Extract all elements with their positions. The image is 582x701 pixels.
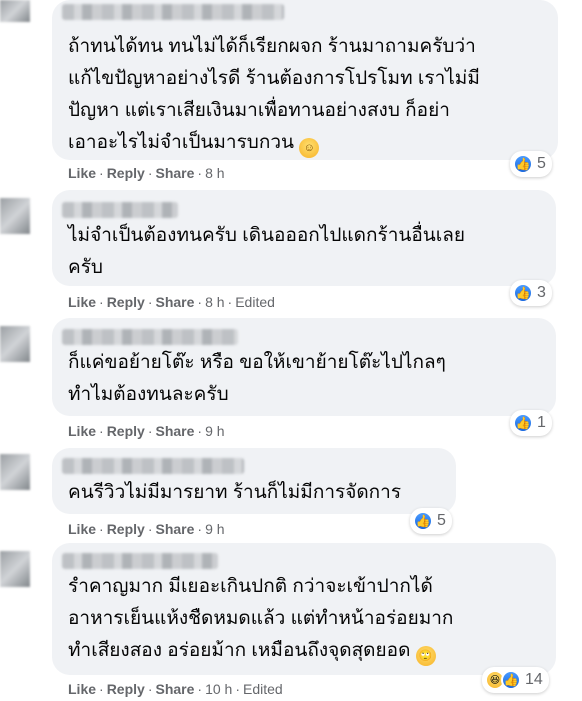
timestamp[interactable]: 9 h xyxy=(205,521,224,537)
like-link[interactable]: Like xyxy=(68,294,96,310)
reply-link[interactable]: Reply xyxy=(107,521,145,537)
comment-text: ไม่จำเป็นต้องทนครับ เดินอออกไปแดกร้านอื่… xyxy=(68,225,466,278)
reaction-count: 5 xyxy=(537,155,546,172)
edited-label[interactable]: Edited xyxy=(235,294,275,310)
reaction-summary[interactable]: 👍 5 xyxy=(410,508,452,534)
reaction-count: 3 xyxy=(537,284,546,301)
share-link[interactable]: Share xyxy=(155,294,194,310)
timestamp[interactable]: 8 h xyxy=(205,294,224,310)
comment-actions: Like · Reply · Share · 8 h · Edited xyxy=(68,294,275,310)
reply-link[interactable]: Reply xyxy=(107,423,145,439)
comment-actions: Like · Reply · Share · 9 h xyxy=(68,521,225,537)
edited-label[interactable]: Edited xyxy=(243,681,283,697)
like-link[interactable]: Like xyxy=(68,521,96,537)
commenter-name-blurred[interactable] xyxy=(62,458,244,474)
avatar[interactable] xyxy=(0,551,30,587)
like-icon: 👍 xyxy=(513,413,533,433)
comment-text: รำคาญมาก มีเยอะเกินปกติ กว่าจะเข้าปากได้… xyxy=(68,571,453,667)
commenter-name-blurred[interactable] xyxy=(62,553,218,569)
comment-bubble: ถ้าทนได้ทน ทนไม่ได้ก็เรียกผจก ร้านมาถามค… xyxy=(52,0,558,160)
comment-bubble: ไม่จำเป็นต้องทนครับ เดินอออกไปแดกร้านอื่… xyxy=(52,190,556,286)
reaction-count: 1 xyxy=(537,414,546,431)
reply-link[interactable]: Reply xyxy=(107,165,145,181)
like-icon: 👍 xyxy=(501,670,521,690)
like-link[interactable]: Like xyxy=(68,165,96,181)
reaction-count: 14 xyxy=(525,671,543,688)
grinning-face-emoji: ☺ xyxy=(299,138,320,158)
avatar[interactable] xyxy=(0,198,30,234)
comment-actions: Like · Reply · Share · 10 h · Edited xyxy=(68,681,283,697)
avatar[interactable] xyxy=(0,0,30,22)
commenter-name-blurred[interactable] xyxy=(62,329,238,345)
rolling-eyes-emoji: 🙄 xyxy=(415,646,436,666)
comment-bubble: คนรีวิวไม่มีมารยาท ร้านก็ไม่มีการจัดการ xyxy=(52,448,456,514)
comment-text: ถ้าทนได้ทน ทนไม่ได้ก็เรียกผจก ร้านมาถามค… xyxy=(68,31,480,159)
share-link[interactable]: Share xyxy=(155,521,194,537)
commenter-name-blurred[interactable] xyxy=(62,4,284,20)
reply-link[interactable]: Reply xyxy=(107,294,145,310)
comment-text: ก็แค่ขอย้ายโต๊ะ หรือ ขอให้เขาย้ายโต๊ะไปไ… xyxy=(68,352,446,405)
like-icon: 👍 xyxy=(413,511,433,531)
reaction-count: 5 xyxy=(437,512,446,529)
comment-bubble: ก็แค่ขอย้ายโต๊ะ หรือ ขอให้เขาย้ายโต๊ะไปไ… xyxy=(52,318,556,416)
comment-actions: Like · Reply · Share · 8 h xyxy=(68,165,225,181)
share-link[interactable]: Share xyxy=(155,681,194,697)
like-link[interactable]: Like xyxy=(68,681,96,697)
reply-link[interactable]: Reply xyxy=(107,681,145,697)
avatar[interactable] xyxy=(0,326,30,362)
reaction-summary[interactable]: 👍 5 xyxy=(510,151,552,177)
comment-text: คนรีวิวไม่มีมารยาท ร้านก็ไม่มีการจัดการ xyxy=(68,482,402,503)
timestamp[interactable]: 8 h xyxy=(205,165,224,181)
comment-bubble: รำคาญมาก มีเยอะเกินปกติ กว่าจะเข้าปากได้… xyxy=(52,543,556,675)
timestamp[interactable]: 9 h xyxy=(205,423,224,439)
comment-actions: Like · Reply · Share · 9 h xyxy=(68,423,225,439)
like-icon: 👍 xyxy=(513,283,533,303)
like-link[interactable]: Like xyxy=(68,423,96,439)
share-link[interactable]: Share xyxy=(155,165,194,181)
reaction-summary[interactable]: 😆 👍 14 xyxy=(482,667,549,693)
reaction-summary[interactable]: 👍 1 xyxy=(510,410,552,436)
timestamp[interactable]: 10 h xyxy=(205,681,232,697)
commenter-name-blurred[interactable] xyxy=(62,202,178,218)
reaction-summary[interactable]: 👍 3 xyxy=(510,280,552,306)
avatar[interactable] xyxy=(0,454,30,490)
like-icon: 👍 xyxy=(513,154,533,174)
share-link[interactable]: Share xyxy=(155,423,194,439)
